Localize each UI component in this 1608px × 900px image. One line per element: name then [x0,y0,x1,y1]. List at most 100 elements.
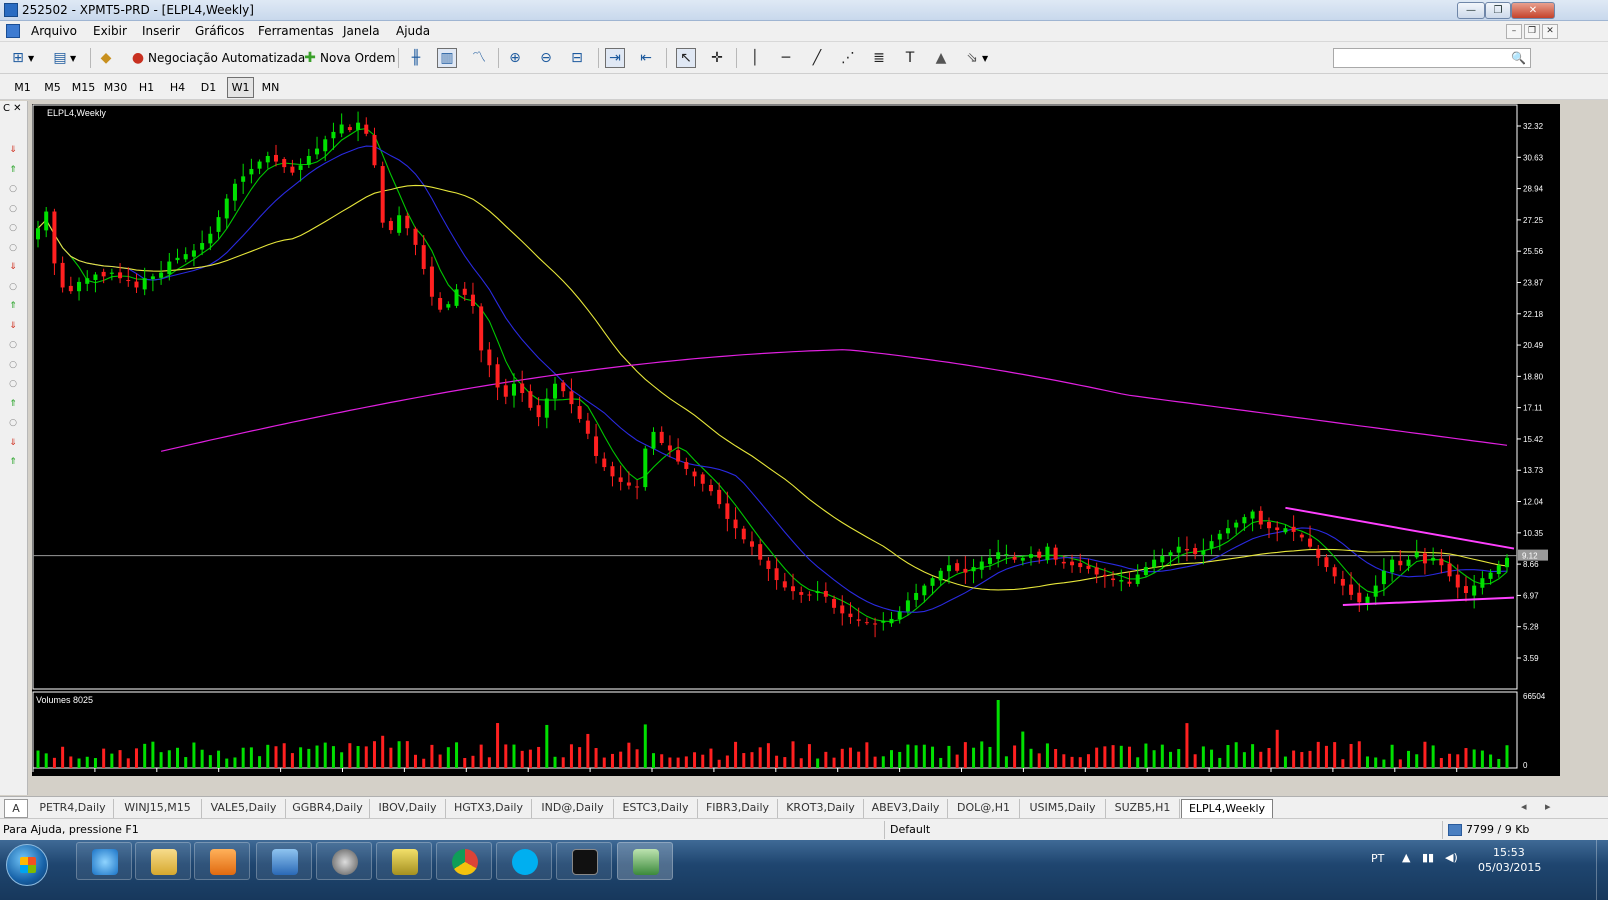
taskbar-media-player[interactable] [194,842,250,880]
minimize-button[interactable]: — [1457,2,1485,19]
object-list-item-icon[interactable]: ○ [8,282,18,292]
new-chart-button[interactable]: ⊞ ▼ [8,46,34,70]
candlestick-button[interactable]: ▥ [437,46,457,70]
tab-fibr3[interactable]: FIBR3,Daily [698,799,778,818]
clock-time[interactable]: 15:53 [1493,846,1525,859]
shapes-button[interactable]: ▲ [931,46,951,70]
tab-ggbr4[interactable]: GGBR4,Daily [286,799,370,818]
network-icon[interactable]: ▮▮ [1422,851,1434,864]
object-list-item-icon[interactable]: ⇓ [8,321,18,331]
show-desktop-button[interactable] [1596,840,1608,900]
chart-window-icon[interactable] [6,24,20,38]
text-button[interactable]: T [900,46,920,70]
object-list-item-icon[interactable]: ○ [8,204,18,214]
object-list-item-icon[interactable]: ⇑ [8,301,18,311]
menu-ajuda[interactable]: Ajuda [396,24,430,38]
menu-arquivo[interactable]: Arquivo [31,24,77,38]
taskbar-explorer[interactable] [135,842,191,880]
chart-area[interactable]: 32.32 30.63 28.94 27.25 25.56 23.87 22.18 20.49… [32,104,1560,776]
auto-scroll-button[interactable]: ⇥ [605,46,625,70]
object-list-item-icon[interactable]: ⇑ [8,165,18,175]
tab-elpl4[interactable]: ELPL4,Weekly [1181,799,1273,818]
timeframe-m30[interactable]: M30 [102,77,129,98]
menu-ferramentas[interactable]: Ferramentas [258,24,334,38]
equidistant-channel-button[interactable]: ⋰ [838,46,858,70]
object-list-item-icon[interactable]: ○ [8,243,18,253]
tab-dol[interactable]: DOL@,H1 [948,799,1020,818]
timeframe-mn[interactable]: MN [257,77,284,98]
menu-janela[interactable]: Janela [343,24,380,38]
search-icon[interactable]: 🔍 [1511,51,1526,65]
tab-winj15[interactable]: WINJ15,M15 [114,799,202,818]
vertical-line-button[interactable]: │ [745,46,765,70]
tab-krot3[interactable]: KROT3,Daily [778,799,864,818]
tab-ind[interactable]: IND@,Daily [532,799,614,818]
fibonacci-button[interactable]: ≣ [869,46,889,70]
timeframe-h1[interactable]: H1 [133,77,160,98]
object-list-item-icon[interactable]: ○ [8,360,18,370]
mdi-restore-button[interactable]: ❐ [1524,24,1540,39]
chart-shift-button[interactable]: ⇤ [636,46,656,70]
menu-exibir[interactable]: Exibir [93,24,127,38]
object-list-item-icon[interactable]: ○ [8,184,18,194]
zoom-out-button[interactable]: ⊖ [536,46,556,70]
tab-corner-button[interactable]: A [4,799,28,818]
zoom-in-button[interactable]: ⊕ [505,46,525,70]
tabs-scroll-right[interactable]: ▸ [1545,800,1551,813]
tab-vale5[interactable]: VALE5,Daily [202,799,286,818]
start-button[interactable] [6,844,48,886]
trendline-button[interactable]: ╱ [807,46,827,70]
metaeditor-button[interactable]: ◆ [96,46,116,70]
new-order-button[interactable]: ✚ Nova Ordem [300,46,395,70]
language-indicator[interactable]: PT [1371,852,1384,865]
object-list-item-icon[interactable]: ○ [8,223,18,233]
tab-estc3[interactable]: ESTC3,Daily [614,799,698,818]
object-list-item-icon[interactable]: ○ [8,340,18,350]
taskbar-metatrader[interactable] [617,842,673,880]
close-button[interactable]: ✕ [1511,2,1555,19]
timeframe-m5[interactable]: M5 [39,77,66,98]
tray-expand-icon[interactable]: ▲ [1402,851,1410,864]
tile-windows-button[interactable]: ⊟ [567,46,587,70]
taskbar-app-arrow[interactable] [256,842,312,880]
horizontal-line-button[interactable]: ─ [776,46,796,70]
object-list-item-icon[interactable]: ⇑ [8,457,18,467]
timeframe-h4[interactable]: H4 [164,77,191,98]
volume-icon[interactable]: ◀) [1445,851,1458,864]
taskbar-app-yellow[interactable] [376,842,432,880]
mdi-close-button[interactable]: ✕ [1542,24,1558,39]
price-chart[interactable]: 32.32 30.63 28.94 27.25 25.56 23.87 22.18 20.49… [32,104,1560,776]
objects-strip-header[interactable]: C ✕ [3,103,22,114]
crosshair-button[interactable]: ✛ [707,46,727,70]
tabs-scroll-left[interactable]: ◂ [1521,800,1527,813]
arrows-button[interactable]: ⇘ ▼ [962,46,988,70]
menu-inserir[interactable]: Inserir [142,24,180,38]
object-list-item-icon[interactable]: ○ [8,379,18,389]
mdi-minimize-button[interactable]: – [1506,24,1522,39]
object-list-item-icon[interactable]: ⇓ [8,145,18,155]
object-list-item-icon[interactable]: ⇑ [8,399,18,409]
timeframe-m15[interactable]: M15 [70,77,97,98]
taskbar-hp[interactable] [316,842,372,880]
clock-date[interactable]: 05/03/2015 [1478,861,1541,874]
tab-petr4[interactable]: PETR4,Daily [32,799,114,818]
object-list-item-icon[interactable]: ⇓ [8,438,18,448]
profiles-button[interactable]: ▤ ▼ [50,46,76,70]
tab-ibov[interactable]: IBOV,Daily [370,799,446,818]
timeframe-m1[interactable]: M1 [9,77,36,98]
menu-graficos[interactable]: Gráficos [195,24,244,38]
maximize-button[interactable]: ❐ [1485,2,1511,19]
taskbar-ie[interactable] [76,842,132,880]
tab-usim5[interactable]: USIM5,Daily [1020,799,1106,818]
taskbar-skype[interactable] [496,842,552,880]
timeframe-d1[interactable]: D1 [195,77,222,98]
bar-chart-button[interactable]: ╫ [406,46,426,70]
object-list-item-icon[interactable]: ⇓ [8,262,18,272]
taskbar-xp[interactable] [556,842,612,880]
algo-trading-button[interactable]: ● Negociação Automatizada [128,46,305,70]
tab-abev3[interactable]: ABEV3,Daily [864,799,948,818]
object-list-item-icon[interactable]: ○ [8,418,18,428]
line-chart-button[interactable]: 〽 [469,46,489,70]
tab-hgtx3[interactable]: HGTX3,Daily [446,799,532,818]
cursor-button[interactable]: ↖ [676,46,696,70]
